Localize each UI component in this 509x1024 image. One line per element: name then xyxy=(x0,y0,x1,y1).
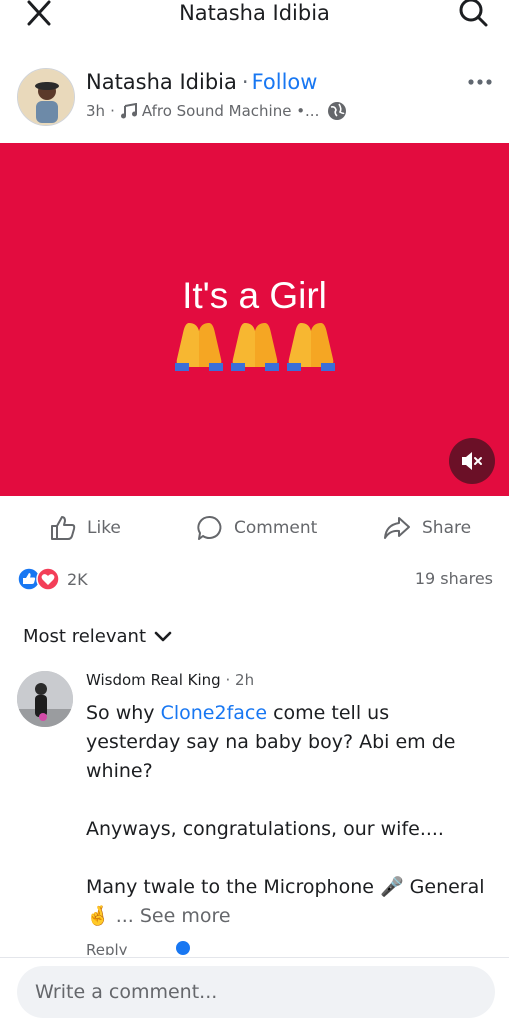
separator-dot: · xyxy=(241,70,249,94)
comment-button[interactable]: Comment xyxy=(196,508,317,548)
post-media[interactable]: It's a Girl xyxy=(0,143,509,496)
comment-para2: Anyways, congratulations, our wife.... xyxy=(86,818,444,840)
write-comment-input[interactable] xyxy=(17,966,495,1018)
reply-link[interactable]: Reply xyxy=(86,941,128,955)
volume-muted-icon[interactable] xyxy=(449,438,495,484)
folded-hands-emoji xyxy=(174,323,335,371)
comment-text: So why Clone2face come tell us yesterday… xyxy=(86,699,486,931)
search-icon[interactable] xyxy=(457,0,489,28)
comment-ellipsis: ... xyxy=(109,905,140,927)
speaker-muted-glyph xyxy=(462,452,482,470)
post-header: Natasha Idibia · Follow 3h · Afro Sound Ma… xyxy=(0,62,509,132)
comment-item: Wisdom Real King · 2h So why Clone2face … xyxy=(0,665,509,955)
like-label: Like xyxy=(87,518,121,538)
author-avatar[interactable] xyxy=(17,68,75,126)
comment-reaction-icon xyxy=(176,941,190,955)
avatar-image xyxy=(18,69,74,125)
see-more-link[interactable]: See more xyxy=(140,905,231,927)
comment-label: Comment xyxy=(234,518,318,538)
share-arrow-icon xyxy=(384,517,410,539)
comment-author[interactable]: Wisdom Real King xyxy=(86,671,221,689)
more-horizontal-icon[interactable] xyxy=(467,74,493,90)
reaction-count: 2K xyxy=(67,569,88,589)
media-emoji xyxy=(0,319,509,375)
post-time[interactable]: 3h xyxy=(86,100,105,122)
comment-line1-pre: So why xyxy=(86,702,161,724)
commenter-avatar-image xyxy=(17,671,73,727)
author-name[interactable]: Natasha Idibia xyxy=(86,70,237,94)
follow-button[interactable]: Follow xyxy=(252,70,318,94)
page-title: Natasha Idibia xyxy=(179,1,330,25)
comment-composer xyxy=(0,957,509,1024)
share-label: Share xyxy=(422,518,472,538)
top-bar: Natasha Idibia xyxy=(0,0,509,28)
sort-label: Most relevant xyxy=(23,626,147,647)
comment-time: · 2h xyxy=(225,671,255,689)
share-count[interactable]: 19 shares xyxy=(415,566,493,592)
share-button[interactable]: Share xyxy=(382,508,471,548)
comment-bubble-icon xyxy=(197,516,222,540)
chevron-down-icon xyxy=(154,631,172,642)
globe-icon xyxy=(328,102,347,120)
comment-mention[interactable]: Clone2face xyxy=(161,702,267,724)
music-note-icon xyxy=(120,103,137,119)
like-love-reactions-icon xyxy=(17,567,60,591)
media-headline: It's a Girl xyxy=(182,275,327,316)
like-button[interactable]: Like xyxy=(49,508,121,548)
comment-sort-dropdown[interactable]: Most relevant xyxy=(23,623,172,651)
comment-author-line: Wisdom Real King · 2h xyxy=(86,669,254,691)
audio-track[interactable]: Afro Sound Machine •... xyxy=(142,100,320,122)
commenter-avatar[interactable] xyxy=(17,671,73,727)
thumbs-up-icon xyxy=(51,516,76,540)
meta-separator: · xyxy=(110,102,115,120)
post-meta: 3h · Afro Sound Machine •... xyxy=(86,100,347,122)
post-actions: Like Comment Share xyxy=(0,508,509,548)
reaction-summary[interactable]: 2K xyxy=(17,566,88,592)
author-line: Natasha Idibia · Follow xyxy=(86,68,317,96)
